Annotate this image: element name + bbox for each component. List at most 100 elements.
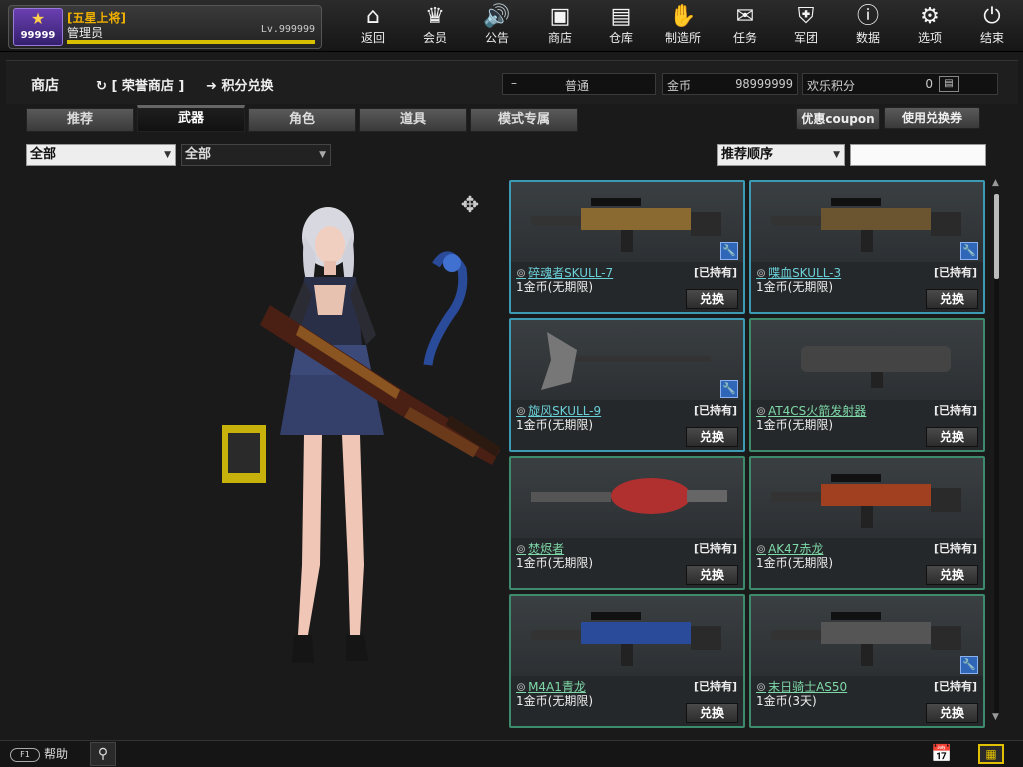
nav-info[interactable]: ⓘ 数据 xyxy=(840,3,896,49)
fun-points-value: 0 xyxy=(925,77,933,91)
character-preview[interactable] xyxy=(200,185,510,685)
exchange-button[interactable]: 兑换 xyxy=(686,565,738,585)
exchange-button[interactable]: 兑换 xyxy=(926,565,978,585)
nav-speaker[interactable]: 🔊 公告 xyxy=(469,3,525,49)
nav-shield[interactable]: ⛨ 军团 xyxy=(778,3,834,49)
item-price: 1金币(无期限) xyxy=(756,280,833,294)
exchange-button[interactable]: 兑换 xyxy=(926,289,978,309)
wrench-icon: 🔧 xyxy=(720,380,738,398)
shop-title: 商店 xyxy=(31,78,59,94)
nav-gear[interactable]: ⚙ 选项 xyxy=(902,3,958,49)
nav-briefcase[interactable]: ▤ 仓库 xyxy=(593,3,649,49)
nav-power[interactable]: ⏻ 结束 xyxy=(964,3,1020,49)
nav-label: 公告 xyxy=(484,31,509,45)
scroll-up-icon[interactable]: ▲ xyxy=(992,178,999,188)
help-button[interactable]: F1 帮助 xyxy=(10,745,68,762)
character-model xyxy=(222,207,500,663)
scroll-down-icon[interactable]: ▼ xyxy=(992,712,999,722)
tab-1[interactable]: 武器 xyxy=(137,105,245,132)
glove-icon: ✋ xyxy=(669,4,697,29)
nav-label: 任务 xyxy=(732,31,757,45)
chevron-down-icon: ▼ xyxy=(833,150,840,160)
nav-label: 选项 xyxy=(917,31,942,45)
owned-status: [已持有] xyxy=(933,404,977,417)
mode-box[interactable]: – 普通 xyxy=(502,73,656,95)
tab-4[interactable]: 模式专属 xyxy=(470,108,578,132)
info-icon: ⓘ xyxy=(856,4,879,29)
calculator-icon[interactable]: ▤ xyxy=(939,76,959,92)
item-card[interactable]: ⊚ M4A1青龙 [已持有] 1金币(无期限) 兑换 xyxy=(509,594,745,728)
film-icon[interactable]: ▦ xyxy=(978,744,1004,764)
wrench-icon: 🔧 xyxy=(960,242,978,260)
item-grid: 🔧 ⊚ 碎魂者SKULL-7 [已持有] 1金币(无期限) 兑换 🔧 ⊚ 喋血SKULL-3 [已… xyxy=(509,180,987,728)
item-card[interactable]: 🔧 ⊚ 喋血SKULL-3 [已持有] 1金币(无期限) 兑换 xyxy=(749,180,985,314)
item-card[interactable]: ⊚ 焚烬者 [已持有] 1金币(无期限) 兑换 xyxy=(509,456,745,590)
item-price: 1金币(3天) xyxy=(756,694,817,708)
nav-label: 商店 xyxy=(547,31,572,45)
item-card[interactable]: 🔧 ⊚ 末日骑士AS50 [已持有] 1金币(3天) 兑换 xyxy=(749,594,985,728)
nav-label: 会员 xyxy=(422,31,447,45)
exchange-button[interactable]: 兑换 xyxy=(926,703,978,723)
item-price: 1金币(无期限) xyxy=(756,556,833,570)
scroll-thumb[interactable] xyxy=(994,194,999,279)
refresh-icon: ↻ xyxy=(96,79,107,94)
owned-status: [已持有] xyxy=(693,266,737,279)
chevron-down-icon: ▼ xyxy=(164,150,171,160)
player-name: 管理员 xyxy=(67,26,104,40)
item-card[interactable]: 🔧 ⊚ 碎魂者SKULL-7 [已持有] 1金币(无期限) 兑换 xyxy=(509,180,745,314)
weapon-image xyxy=(771,612,961,666)
exchange-button[interactable]: 兑换 xyxy=(926,427,978,447)
owned-status: [已持有] xyxy=(693,542,737,555)
nav-glove[interactable]: ✋ 制造所 xyxy=(655,3,711,49)
points-exchange-link[interactable]: ➜ 积分兑换 xyxy=(206,75,273,94)
sort-select[interactable]: 推荐顺序 ▼ xyxy=(717,144,845,166)
weapon-image xyxy=(541,332,711,390)
item-price: 1金币(无期限) xyxy=(516,280,593,294)
redeem-voucher-button[interactable]: 使用兑换券 xyxy=(884,107,980,129)
rotate-view-icon[interactable]: ✥ xyxy=(452,188,488,224)
honor-shop-link[interactable]: ↻ [ 荣誉商店 ] xyxy=(96,75,184,94)
bottom-bar: F1 帮助 ⚲ 📅 ▦ xyxy=(0,740,1023,767)
nav-label: 返回 xyxy=(360,31,385,45)
owned-status: [已持有] xyxy=(933,680,977,693)
nav-label: 结束 xyxy=(979,31,1004,45)
chevron-down-icon: ▼ xyxy=(319,150,326,160)
calendar-check-icon[interactable]: 📅 xyxy=(930,742,954,766)
arrow-circle-icon: ➜ xyxy=(206,79,217,94)
nav-home[interactable]: ⌂ 返回 xyxy=(345,3,401,49)
coupon-button[interactable]: 优惠coupon xyxy=(796,108,880,130)
exchange-button[interactable]: 兑换 xyxy=(686,289,738,309)
tab-3[interactable]: 道具 xyxy=(359,108,467,132)
item-card[interactable]: 🔧 ⊚ 旋风SKULL-9 [已持有] 1金币(无期限) 兑换 xyxy=(509,318,745,452)
ticket-icon: ✉ xyxy=(735,4,755,29)
weapon-image xyxy=(531,612,721,666)
weapon-image xyxy=(531,478,727,514)
gear-icon: ⚙ xyxy=(920,4,940,29)
nav-ticket[interactable]: ✉ 任务 xyxy=(717,3,773,49)
filter-select-2[interactable]: 全部 ▼ xyxy=(181,144,331,166)
rank-badge: ★ 99999 xyxy=(13,8,63,46)
item-price: 1金币(无期限) xyxy=(516,556,593,570)
exchange-button[interactable]: 兑换 xyxy=(686,427,738,447)
sort-select-value: 推荐顺序 xyxy=(721,147,774,162)
filter-select-2-value: 全部 xyxy=(185,147,212,162)
xp-bar-fill xyxy=(67,40,315,44)
tab-2[interactable]: 角色 xyxy=(248,108,356,132)
search-icon[interactable]: ⚲ xyxy=(90,742,116,766)
nav-crown[interactable]: ♛ 会员 xyxy=(407,3,463,49)
filter-select-1[interactable]: 全部 ▼ xyxy=(26,144,176,166)
exchange-button[interactable]: 兑换 xyxy=(686,703,738,723)
honor-shop-label: [ 荣誉商店 ] xyxy=(111,79,185,94)
xp-bar xyxy=(67,40,315,44)
item-grid-scrollbar[interactable]: ▲ ▼ xyxy=(992,178,1000,722)
item-card[interactable]: ⊚ AK47赤龙 [已持有] 1金币(无期限) 兑换 xyxy=(749,456,985,590)
nav-shop-bag[interactable]: ▣ 商店 xyxy=(532,3,588,49)
item-card[interactable]: ⊚ AT4CS火箭发射器 [已持有] 1金币(无期限) 兑换 xyxy=(749,318,985,452)
shop-header: 商店 ↻ [ 荣誉商店 ] ➜ 积分兑换 – 普通 金币 98999999 欢乐… xyxy=(6,60,1018,104)
coin-box: 金币 98999999 xyxy=(662,73,798,95)
tab-0[interactable]: 推荐 xyxy=(26,108,134,132)
search-input[interactable] xyxy=(850,144,986,166)
weapon-image xyxy=(801,346,951,388)
player-panel[interactable]: ★ 99999 [五星上将] 管理员 Lv.999999 xyxy=(8,5,322,49)
weapon-image xyxy=(531,198,721,252)
